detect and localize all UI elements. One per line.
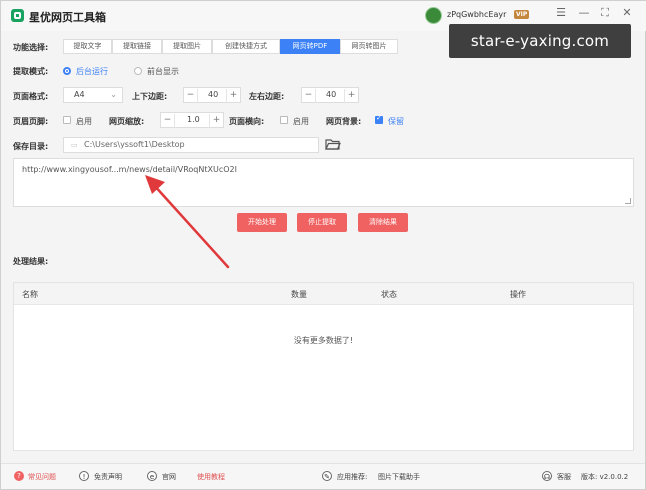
header-footer-checkbox[interactable] (63, 116, 71, 124)
annotation-arrow (145, 175, 230, 269)
page-format-select[interactable]: A4 ⌄ (63, 87, 123, 103)
app-title: 星优网页工具箱 (29, 11, 106, 24)
vmargin-increment-button[interactable]: + (226, 89, 240, 103)
hmargin-decrement-button[interactable]: − (302, 89, 316, 103)
table-header: 名称 数量 状态 操作 (14, 283, 633, 305)
header-footer-enable-text[interactable]: 启用 (76, 116, 92, 127)
minimize-icon[interactable]: — (576, 6, 592, 19)
zoom-value: 1.0 (187, 115, 200, 124)
results-label: 处理结果: (13, 257, 49, 266)
url-textarea[interactable]: http://www.xingyousof...m/news/detail/VR… (13, 158, 634, 207)
chevron-down-icon: ⌄ (110, 90, 117, 99)
save-dir-value: C:\Users\yssoft1\Desktop (84, 140, 185, 149)
clear-results-button[interactable]: 清除结果 (358, 213, 408, 232)
watermark-url: star-e-yaxing.com (449, 24, 631, 58)
column-name: 名称 (22, 290, 38, 299)
zoom-stepper[interactable]: − 1.0 + (160, 112, 224, 128)
tab-extract-text[interactable]: 提取文字 (63, 39, 112, 54)
header-footer-label: 页眉页脚: (13, 117, 49, 126)
menu-icon[interactable]: ☰ (553, 6, 569, 19)
save-dir-label: 保存目录: (13, 142, 49, 151)
hmargin-increment-button[interactable]: + (344, 89, 358, 103)
headset-icon: ☊ (542, 471, 552, 481)
footer-bar: ? 常见问题 ! 免责声明 e 官网 使用教程 ✎ 应用推荐: 图片下载助手 ☊… (1, 463, 645, 489)
user-avatar[interactable] (425, 7, 442, 24)
page-format-value: A4 (74, 90, 85, 99)
tab-extract-links[interactable]: 提取链接 (112, 39, 162, 54)
globe-icon: e (147, 471, 157, 481)
empty-state-text: 没有更多数据了! (293, 336, 354, 345)
mode-background-radio[interactable] (63, 67, 71, 75)
zoom-label: 网页缩放: (109, 117, 145, 126)
faq-link[interactable]: 常见问题 (28, 472, 56, 482)
vip-badge: VIP (514, 10, 530, 19)
customer-service-link[interactable]: 客服 (557, 472, 571, 482)
website-link[interactable]: 官网 (162, 472, 176, 482)
recommend-label: 应用推荐: (337, 473, 368, 481)
close-icon[interactable]: ✕ (619, 6, 635, 19)
app-logo-icon (11, 9, 24, 22)
column-action: 操作 (510, 290, 526, 299)
disclaimer-link[interactable]: 免责声明 (94, 472, 122, 482)
tab-web-to-pdf[interactable]: 网页转PDF (280, 39, 340, 54)
zoom-increment-button[interactable]: + (209, 114, 223, 128)
landscape-label: 页面横向: (229, 117, 265, 126)
results-table: 名称 数量 状态 操作 没有更多数据了! (13, 282, 634, 451)
stop-extract-button[interactable]: 停止提取 (297, 213, 347, 232)
tab-create-shortcut[interactable]: 创建快捷方式 (212, 39, 280, 54)
tab-extract-images[interactable]: 提取图片 (162, 39, 212, 54)
landscape-checkbox[interactable] (280, 116, 288, 124)
mode-label: 提取模式: (13, 67, 49, 76)
function-label: 功能选择: (13, 43, 49, 52)
vmargin-value: 40 (208, 90, 219, 99)
zoom-decrement-button[interactable]: − (161, 114, 175, 128)
version-text: 版本: v2.0.0.2 (581, 473, 629, 481)
hmargin-value: 40 (326, 90, 337, 99)
background-keep-text[interactable]: 保留 (388, 116, 404, 127)
mode-background-label[interactable]: 后台运行 (76, 66, 108, 77)
column-count: 数量 (291, 290, 307, 299)
landscape-enable-text[interactable]: 启用 (293, 116, 309, 127)
tutorial-link[interactable]: 使用教程 (197, 472, 225, 482)
page-format-label: 页面格式: (13, 92, 49, 101)
vmargin-label: 上下边距: (132, 92, 168, 101)
user-name[interactable]: zPqGwbhcEayr (447, 10, 506, 19)
resize-handle[interactable] (625, 198, 631, 204)
shield-icon: ! (79, 471, 89, 481)
recommend-app-link[interactable]: 图片下载助手 (378, 472, 420, 482)
column-status: 状态 (381, 290, 397, 299)
question-icon: ? (14, 471, 24, 481)
vmargin-decrement-button[interactable]: − (184, 89, 198, 103)
maximize-icon[interactable]: ⛶ (597, 6, 613, 20)
open-folder-icon[interactable] (325, 137, 341, 151)
tab-web-to-image[interactable]: 网页转图片 (340, 39, 398, 54)
app-window: 星优网页工具箱 zPqGwbhcEayr VIP ☰ — ⛶ ✕ star-e-… (0, 0, 646, 490)
folder-small-icon: ▭ (71, 141, 78, 149)
save-dir-input[interactable]: ▭ C:\Users\yssoft1\Desktop (63, 137, 319, 153)
vmargin-stepper[interactable]: − 40 + (183, 87, 241, 103)
hmargin-label: 左右边距: (249, 92, 285, 101)
mode-foreground-radio[interactable] (134, 67, 142, 75)
apps-icon: ✎ (322, 471, 332, 481)
background-checkbox[interactable] (375, 114, 383, 124)
start-processing-button[interactable]: 开始处理 (237, 213, 287, 232)
background-label: 网页背景: (326, 117, 362, 126)
mode-foreground-label[interactable]: 前台显示 (147, 66, 179, 77)
hmargin-stepper[interactable]: − 40 + (301, 87, 359, 103)
